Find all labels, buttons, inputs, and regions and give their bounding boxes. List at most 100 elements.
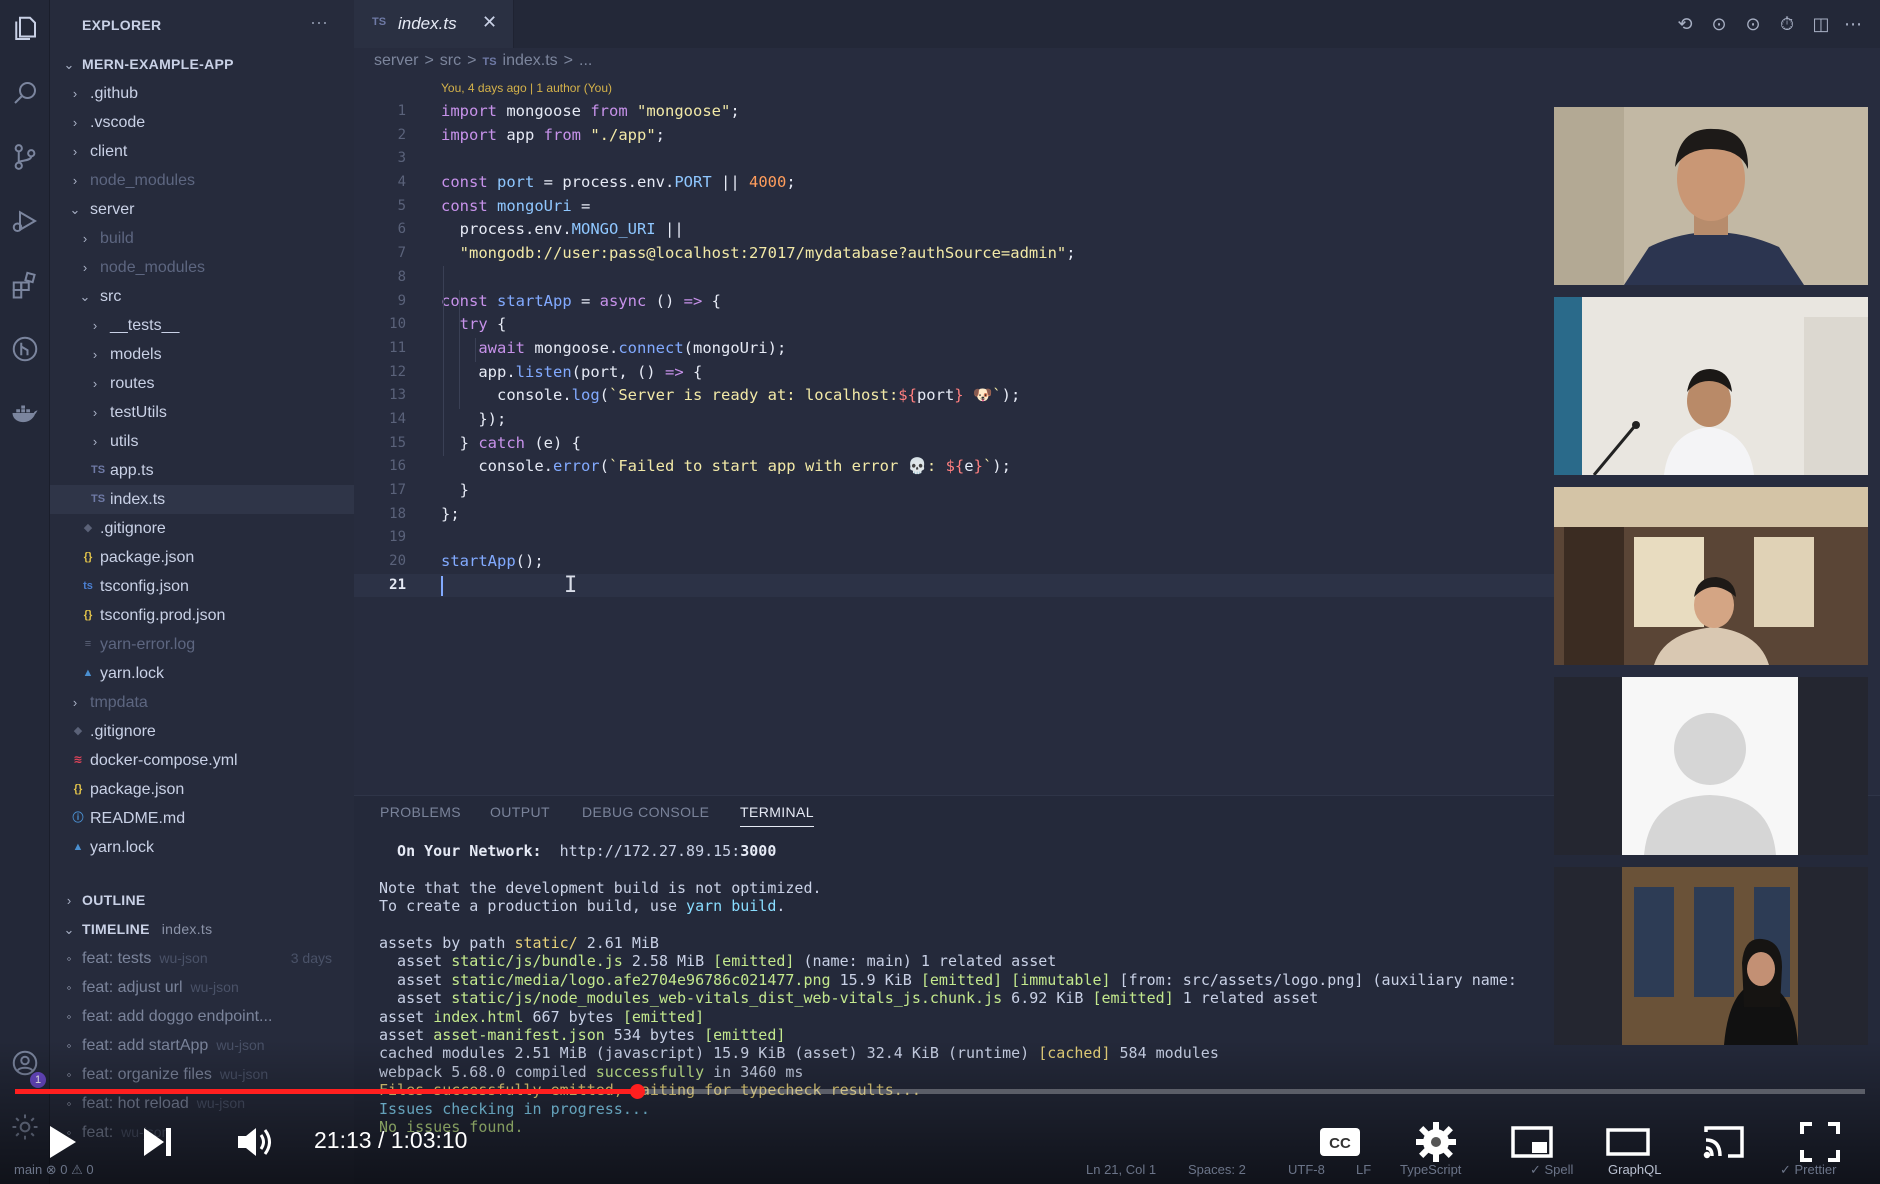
tree-file[interactable]: ⓘ README.md (50, 804, 354, 833)
tab-index-ts[interactable]: TS index.ts ✕ (354, 0, 514, 48)
open-changes-icon[interactable]: ⊙ (1708, 13, 1730, 35)
tree-folder[interactable]: › utils (50, 427, 354, 456)
tree-file[interactable]: ≡ yarn-error.log (50, 630, 354, 659)
git-blame-lens[interactable]: You, 4 days ago | 1 author (You) (441, 81, 612, 95)
tree-folder[interactable]: › tmpdata (50, 688, 354, 717)
code-line: 20 startApp(); (389, 552, 544, 571)
tab-output[interactable]: OUTPUT (490, 804, 550, 820)
tree-file[interactable]: ◆ .gitignore (50, 514, 354, 543)
breadcrumb-item[interactable]: index.ts (503, 52, 558, 69)
breadcrumb-separator: > (467, 52, 477, 69)
tree-file[interactable]: ◆ .gitignore (50, 717, 354, 746)
breadcrumb-item[interactable]: ... (579, 52, 592, 69)
code-line: 17 } (389, 481, 469, 499)
tree-folder[interactable]: › client (50, 137, 354, 166)
docker-icon[interactable] (9, 398, 41, 430)
tree-folder[interactable]: › models (50, 340, 354, 369)
code-line-current: 21 I (354, 574, 1554, 598)
files-icon[interactable] (9, 14, 41, 46)
tree-file[interactable]: {} package.json (50, 543, 354, 572)
timeline-entry[interactable]: ◦ feat: tests wu-json 3 days (50, 944, 354, 973)
typescript-icon[interactable]: TS (482, 56, 496, 68)
tab-terminal[interactable]: TERMINAL (740, 804, 814, 827)
tree-item-label: models (110, 346, 162, 363)
tree-folder[interactable]: › build (50, 224, 354, 253)
participant-video-5 (1554, 867, 1868, 1045)
tree-file[interactable]: {} package.json (50, 775, 354, 804)
volume-button[interactable] (230, 1118, 278, 1166)
split-editor-icon[interactable]: ◫ (1810, 13, 1832, 35)
settings-gear-icon[interactable] (1412, 1118, 1460, 1166)
project-folder[interactable]: ⌄ MERN-EXAMPLE-APP (50, 50, 354, 79)
timeline-file: index.ts (161, 921, 213, 937)
tree-file[interactable]: ▲ yarn.lock (50, 659, 354, 688)
theater-mode-icon[interactable] (1604, 1118, 1652, 1166)
outline-section[interactable]: › OUTLINE (50, 886, 354, 915)
explorer-more-button[interactable]: ··· (310, 12, 328, 33)
video-progress-bar[interactable] (15, 1084, 1865, 1099)
close-icon[interactable]: ✕ (482, 12, 497, 33)
file-type-icon: {} (83, 609, 93, 621)
breadcrumb-item[interactable]: server (374, 52, 418, 69)
go-back-icon[interactable]: ⟲ (1674, 13, 1696, 35)
timeline-entry[interactable]: ◦ feat: add doggo endpoint... (50, 1002, 354, 1031)
tree-item-label: docker-compose.yml (90, 752, 238, 769)
tree-file[interactable]: TS index.ts (50, 485, 354, 514)
tree-item-label: tsconfig.json (100, 578, 189, 595)
status-spaces[interactable]: Spaces: 2 (1188, 1162, 1246, 1177)
tree-file[interactable]: TS app.ts (50, 456, 354, 485)
run-debug-icon[interactable] (9, 206, 41, 238)
svg-text:CC: CC (1329, 1135, 1351, 1152)
breadcrumb-item[interactable]: src (440, 52, 461, 69)
file-type-icon: ◆ (83, 522, 93, 534)
tree-folder[interactable]: › .vscode (50, 108, 354, 137)
tree-folder[interactable]: ⌄ server (50, 195, 354, 224)
tree-file[interactable]: ≋ docker-compose.yml (50, 746, 354, 775)
miniplayer-icon[interactable] (1508, 1118, 1556, 1166)
tab-debug-console[interactable]: DEBUG CONSOLE (582, 804, 709, 820)
source-control-icon[interactable] (9, 142, 41, 174)
tree-folder[interactable]: › .github (50, 79, 354, 108)
tree-item-label: client (90, 143, 128, 160)
chevron-right-icon: › (72, 115, 78, 130)
git-graph-icon[interactable] (9, 334, 41, 366)
code-line: 13 console.log(`Server is ready at: loca… (389, 386, 1021, 405)
file-type-icon: ◆ (73, 725, 83, 737)
code-editor[interactable]: 1 import mongoose from "mongoose"; 2 impor… (354, 100, 1554, 598)
tree-item-label: .gitignore (90, 723, 156, 740)
code-line: 15 } catch (e) { (389, 433, 581, 452)
time-current: 21:13 (314, 1127, 372, 1153)
timeline-entry[interactable]: ◦ feat: adjust url wu-json (50, 973, 354, 1002)
tree-item-label: index.ts (110, 491, 166, 508)
tree-file[interactable]: {} tsconfig.prod.json (50, 601, 354, 630)
play-button[interactable] (38, 1118, 86, 1166)
more-actions-icon[interactable]: ⋯ (1842, 13, 1864, 35)
tree-folder[interactable]: › node_modules (50, 253, 354, 282)
tree-item-label: src (100, 288, 122, 305)
tree-folder[interactable]: › node_modules (50, 166, 354, 195)
tree-item-label: yarn-error.log (100, 636, 196, 653)
timeline-icon[interactable]: ⏱ (1776, 13, 1798, 35)
cast-icon[interactable] (1700, 1118, 1748, 1166)
next-video-button[interactable] (136, 1118, 184, 1166)
tree-file[interactable]: ▲ yarn.lock (50, 833, 354, 862)
video-scrubber-handle[interactable] (629, 1084, 645, 1099)
extensions-icon[interactable] (9, 270, 41, 302)
tree-folder[interactable]: › __tests__ (50, 311, 354, 340)
tree-folder[interactable]: › routes (50, 369, 354, 398)
fullscreen-icon[interactable] (1796, 1118, 1844, 1166)
tab-problems[interactable]: PROBLEMS (380, 804, 461, 820)
status-position[interactable]: Ln 21, Col 1 (1086, 1162, 1156, 1177)
search-icon[interactable] (9, 78, 41, 110)
tree-folder[interactable]: › testUtils (50, 398, 354, 427)
git-compare-icon[interactable]: ⊙ (1742, 13, 1764, 35)
timeline-section[interactable]: ⌄ TIMELINE index.ts (50, 915, 354, 944)
tree-file[interactable]: ts tsconfig.json (50, 572, 354, 601)
file-type-icon: ▲ (82, 667, 94, 679)
tree-folder[interactable]: ⌄ src (50, 282, 354, 311)
time-total: 1:03:10 (390, 1127, 468, 1153)
captions-button[interactable]: CC (1316, 1118, 1364, 1166)
participant-video-3 (1554, 487, 1868, 665)
code-line: 6 process.env.MONGO_URI || (397, 220, 684, 239)
tab-label: index.ts (398, 14, 457, 33)
